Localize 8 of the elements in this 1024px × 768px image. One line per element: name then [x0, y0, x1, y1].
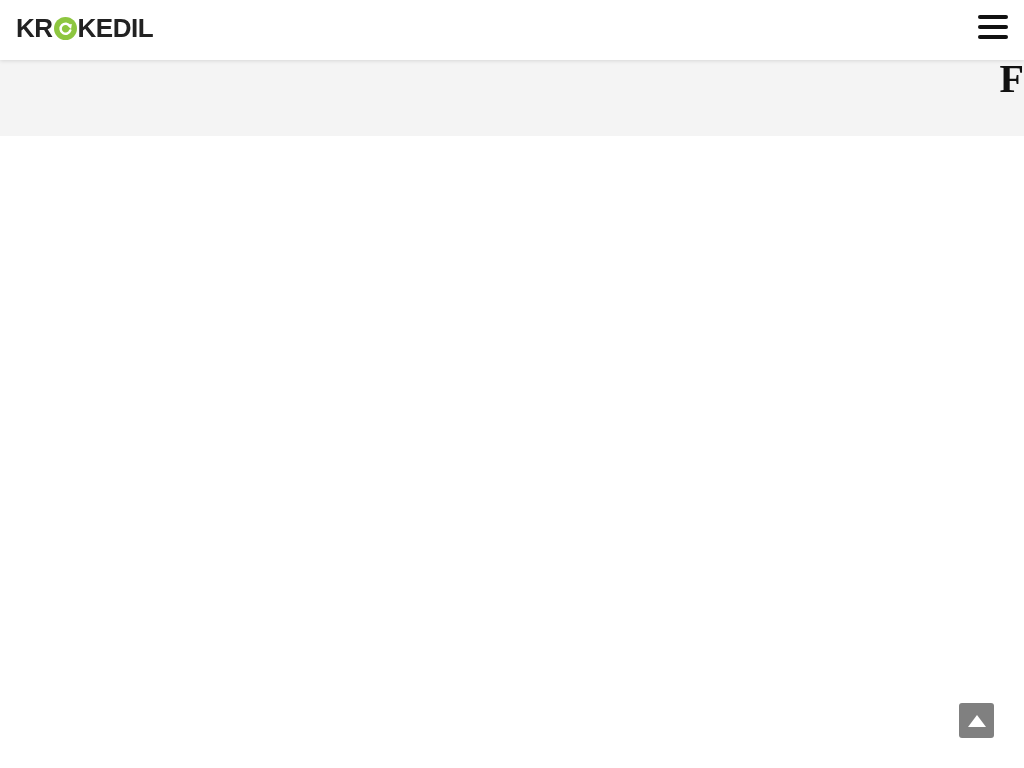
up-triangle-icon — [967, 714, 986, 727]
menu-button[interactable] — [978, 15, 1008, 39]
logo-text: KR — [16, 15, 53, 41]
page-title: F — [999, 59, 1024, 99]
logo-text: KEDIL — [77, 15, 154, 41]
logo-link[interactable]: KR KEDIL — [16, 15, 154, 41]
scroll-to-top-button[interactable] — [959, 703, 994, 738]
menu-icon — [978, 15, 1008, 39]
